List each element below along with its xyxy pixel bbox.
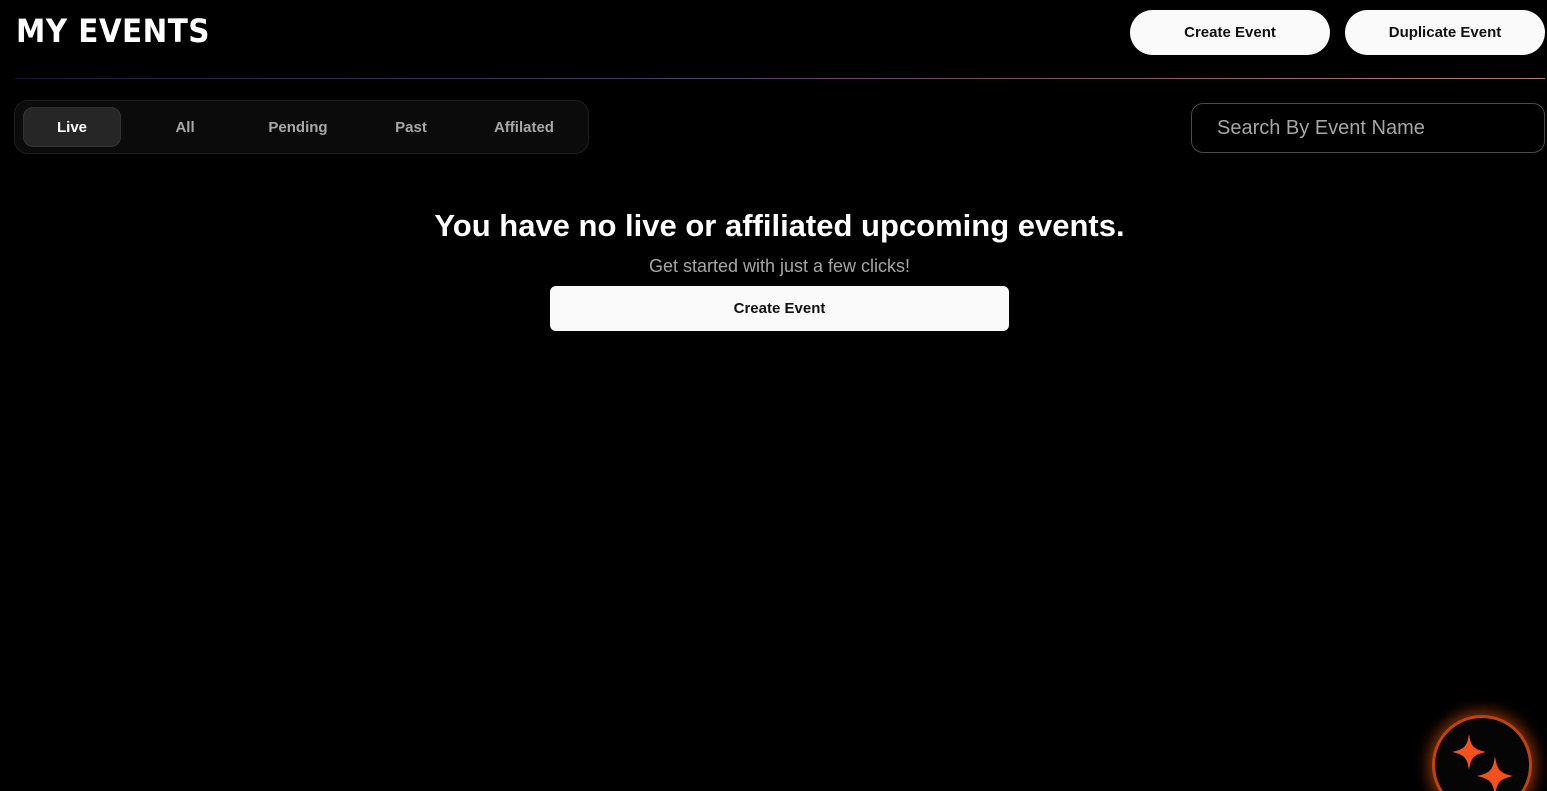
assistant-button[interactable] (1432, 715, 1532, 791)
header-actions: Create Event Duplicate Event (1130, 10, 1545, 55)
tab-all[interactable]: All (136, 107, 234, 147)
tab-past[interactable]: Past (362, 107, 460, 147)
sparkles-icon (1452, 734, 1513, 791)
create-event-button[interactable]: Create Event (1130, 10, 1330, 55)
page-title: MY EVENTS (16, 12, 210, 50)
my-events-page: MY EVENTS Create Event Duplicate Event L… (0, 0, 1547, 791)
header-divider (15, 78, 1545, 79)
tab-pending[interactable]: Pending (249, 107, 347, 147)
search-input[interactable] (1191, 103, 1545, 153)
empty-state-heading: You have no live or affiliated upcoming … (434, 208, 1125, 243)
empty-state-create-event-button[interactable]: Create Event (550, 286, 1009, 331)
event-filter-tabs: Live All Pending Past Affilated (14, 100, 589, 154)
tab-affilated[interactable]: Affilated (475, 107, 573, 147)
empty-state: You have no live or affiliated upcoming … (0, 206, 1547, 331)
empty-state-subtext: Get started with just a few clicks! (648, 256, 911, 276)
duplicate-event-button[interactable]: Duplicate Event (1345, 10, 1545, 55)
tab-live[interactable]: Live (23, 107, 122, 147)
